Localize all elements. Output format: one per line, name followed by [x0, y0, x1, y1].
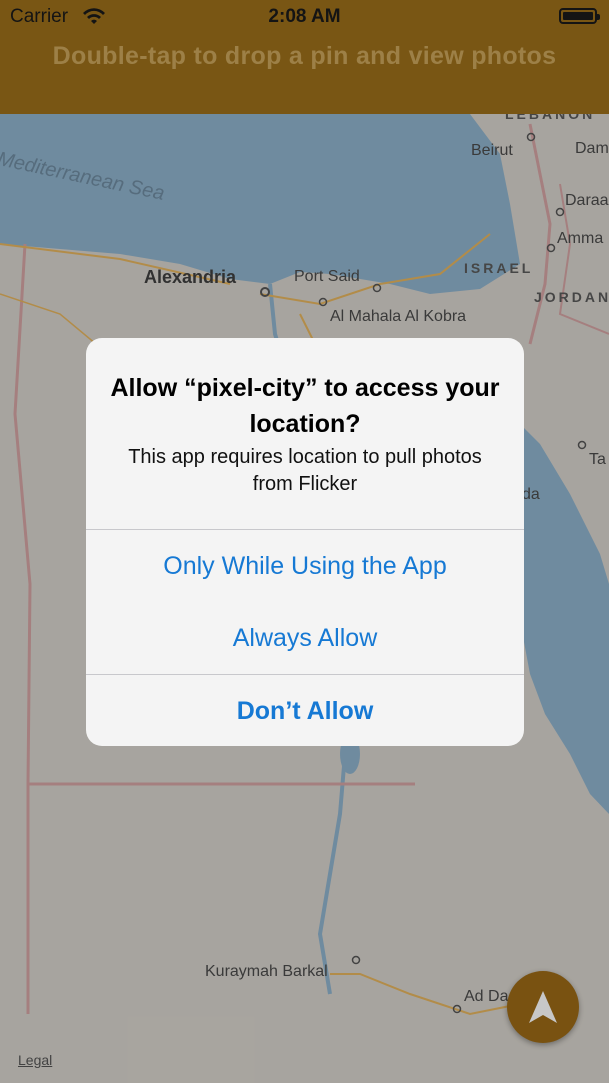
- always-allow-button[interactable]: Always Allow: [86, 602, 524, 674]
- only-while-using-button[interactable]: Only While Using the App: [86, 530, 524, 602]
- alert-title: Allow “pixel-city” to access your locati…: [110, 374, 500, 438]
- dont-allow-button[interactable]: Don’t Allow: [86, 675, 524, 746]
- alert-message: This app requires location to pull photo…: [128, 446, 482, 495]
- location-permission-alert: Allow “pixel-city” to access your locati…: [86, 338, 524, 746]
